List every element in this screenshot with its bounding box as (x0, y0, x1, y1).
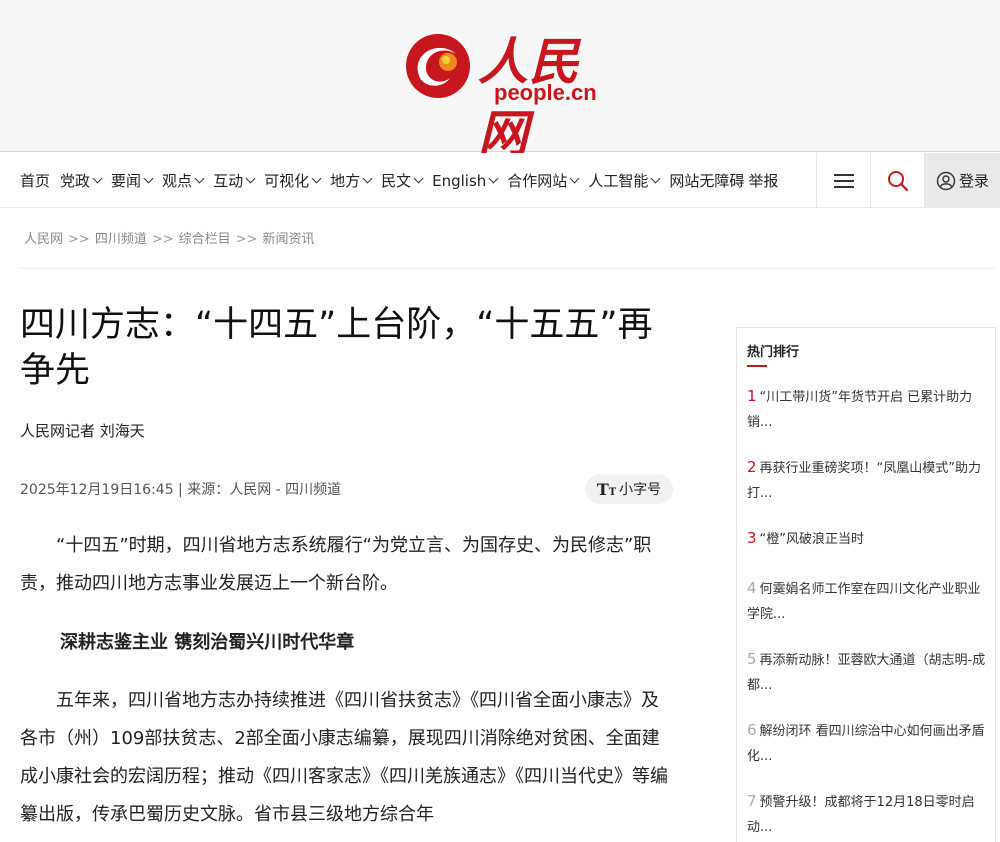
nav-item-label: 人工智能 (588, 172, 649, 190)
nav-item-label: English (432, 171, 487, 190)
nav-item-label: 首页 (20, 172, 51, 190)
hot-ranking-text: “橙”风破浪正当时 (759, 532, 865, 547)
nav-item[interactable]: 网站无障碍 (669, 170, 744, 191)
nav-item[interactable]: 互动 (213, 170, 256, 191)
article-author: 人民网记者 刘海天 (20, 422, 145, 440)
chevron-down-icon (569, 173, 580, 184)
hot-ranking-item[interactable]: 1 “川工带川货”年货节开启 已累计助力销... (747, 384, 987, 435)
breadcrumb-separator: >> (151, 232, 174, 247)
nav-item-label: 合作网站 (507, 172, 568, 190)
site-logo[interactable]: 人民网 people.cn (404, 28, 614, 163)
nav-item-label: 地方 (330, 172, 361, 190)
nav-actions: 登录 (816, 153, 1000, 208)
nav-item[interactable]: 党政 (60, 170, 103, 191)
breadcrumb: 人民网 >> 四川频道 >> 综合栏目 >> 新闻资讯 (24, 228, 314, 247)
nav-item-label: 举报 (748, 172, 779, 190)
hot-ranking-item[interactable]: 5 再添新动脉！亚蓉欧大通道（胡志明-成都... (747, 647, 987, 698)
menu-icon[interactable] (816, 153, 870, 208)
nav-item-label: 民文 (381, 172, 412, 190)
breadcrumb-link[interactable]: 综合栏目 (179, 232, 231, 247)
chevron-down-icon (413, 173, 424, 184)
logo-swirl-icon (406, 34, 470, 98)
hot-ranking-item[interactable]: 3 “橙”风破浪正当时 (747, 526, 987, 552)
hot-ranking-item[interactable]: 7 预警升级！成都将于12月18日零时启动... (747, 789, 987, 840)
breadcrumb-link[interactable]: 人民网 (24, 232, 63, 247)
nav-item[interactable]: 举报 (748, 170, 778, 191)
breadcrumb-separator: >> (68, 232, 90, 247)
hot-ranking-text: 预警升级！成都将于12月18日零时启动... (747, 795, 975, 835)
chevron-down-icon (194, 173, 205, 184)
hot-ranking-item[interactable]: 2 再获行业重磅奖项！“凤凰山模式”助力打... (747, 455, 987, 506)
nav-item[interactable]: 人工智能 (588, 170, 661, 191)
article-title: 四川方志：“十四五”上台阶，“十五五”再争先 (20, 305, 653, 391)
nav-item[interactable]: 观点 (162, 170, 205, 191)
nav-item[interactable]: 合作网站 (507, 170, 580, 191)
chevron-down-icon (650, 173, 661, 184)
nav-item-label: 互动 (213, 172, 244, 190)
nav-item-label: 可视化 (264, 172, 310, 190)
hot-ranking-text: 解纷闭环 看四川综治中心如何画出矛盾化... (747, 724, 985, 764)
logo-text-en: people.cn (494, 80, 597, 105)
hot-ranking-text: 再添新动脉！亚蓉欧大通道（胡志明-成都... (747, 653, 986, 693)
breadcrumb-separator: >> (235, 232, 258, 247)
font-size-icon: TT (596, 479, 617, 499)
nav-item[interactable]: 民文 (381, 170, 424, 191)
nav-item[interactable]: 要闻 (111, 170, 154, 191)
hot-ranking-text: 何霙娟名师工作室在四川文化产业职业学院... (747, 582, 981, 622)
hot-ranking-text: 再获行业重磅奖项！“凤凰山模式”助力打... (747, 461, 982, 501)
chevron-down-icon (245, 173, 256, 184)
hot-ranking-title: 热门排行 (747, 345, 800, 360)
chevron-down-icon (143, 173, 154, 184)
article-paragraph: 五年来，四川省地方志办持续推进《四川省扶贫志》《四川省全面小康志》及各市（州）1… (20, 690, 668, 825)
chevron-down-icon (92, 173, 103, 184)
login-button[interactable]: 登录 (924, 153, 1000, 208)
nav-item[interactable]: English (432, 171, 499, 190)
main-nav: 首页 党政 要闻 观点 互动 可视化 地方 民文 English 合作网站 人工智能 网站无障碍 举报 … (0, 153, 1000, 208)
nav-item-label: 网站无障碍 (669, 172, 745, 190)
nav-item-label: 要闻 (111, 172, 142, 190)
nav-item-label: 党政 (60, 172, 91, 190)
chevron-down-icon (362, 173, 373, 184)
nav-item[interactable]: 地方 (330, 170, 373, 191)
site-header: 人民网 people.cn (0, 0, 1000, 163)
hot-ranking-number: 7 (747, 792, 757, 810)
user-icon (936, 171, 956, 190)
search-icon (887, 170, 908, 191)
nav-item[interactable]: 可视化 (264, 170, 322, 191)
hot-ranking-panel: 热门排行 1 “川工带川货”年货节开启 已累计助力销... 2 再获行业重磅奖项！“凤… (736, 327, 996, 842)
nav-item[interactable]: 首页 (20, 170, 50, 191)
article-paragraph: “十四五”时期，四川省地方志系统履行“为党立言、为国存史、为民修志”职责，推动四… (20, 535, 652, 594)
nav-items: 首页 党政 要闻 观点 互动 可视化 地方 民文 English 合作网站 人工智能 网站无障碍 举报 (20, 153, 788, 208)
divider (20, 268, 995, 269)
hot-ranking-number: 6 (747, 721, 757, 739)
hot-ranking-item[interactable]: 4 何霙娟名师工作室在四川文化产业职业学院... (747, 576, 987, 627)
hot-ranking-item[interactable]: 6 解纷闭环 看四川综治中心如何画出矛盾化... (747, 718, 987, 769)
hot-ranking-number: 5 (747, 650, 757, 668)
hot-ranking-number: 2 (747, 458, 757, 476)
font-size-label: 小字号 (619, 482, 662, 498)
chevron-down-icon (311, 173, 322, 184)
hot-ranking-text: “川工带川货”年货节开启 已累计助力销... (747, 390, 973, 430)
hot-ranking-underline (747, 365, 767, 367)
font-size-toggle[interactable]: TT 小字号 (585, 474, 673, 504)
hot-ranking-number: 3 (747, 529, 757, 547)
breadcrumb-link[interactable]: 四川频道 (95, 232, 147, 247)
hot-ranking-number: 1 (747, 387, 757, 405)
chevron-down-icon (488, 173, 499, 184)
search-button[interactable] (870, 153, 924, 208)
nav-item-label: 观点 (162, 172, 193, 190)
breadcrumb-link[interactable]: 新闻资讯 (262, 232, 314, 247)
article-subheading: 深耕志鉴主业 镌刻治蜀兴川时代华章 (60, 632, 355, 653)
hot-ranking-number: 4 (747, 579, 757, 597)
login-label: 登录 (958, 172, 989, 190)
article-meta: 2025年12月19日16:45 | 来源：人民网 - 四川频道 (20, 482, 342, 498)
